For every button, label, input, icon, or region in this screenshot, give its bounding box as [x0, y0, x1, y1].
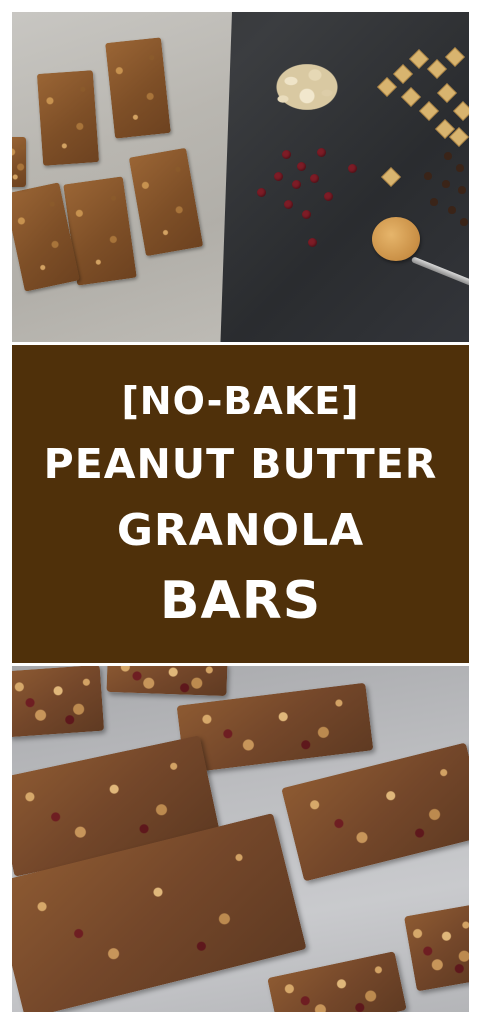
chocolate-chip [448, 206, 456, 214]
chocolate-chip [444, 152, 452, 160]
granola-bar-piece [105, 37, 171, 139]
dried-cranberry [302, 210, 311, 219]
dried-cranberry [257, 188, 266, 197]
granola-bar [281, 742, 469, 882]
granola-bar [176, 682, 374, 774]
granola-bar [12, 666, 105, 738]
title-line-4: BARS [159, 570, 322, 631]
cereal-square [427, 59, 447, 79]
cereal-square [377, 77, 397, 97]
bottom-photo [12, 666, 469, 1012]
dried-cranberry [274, 172, 283, 181]
peanut-butter-spoon [372, 217, 420, 261]
chocolate-chip [456, 164, 464, 172]
title-banner: [NO-BAKE] PEANUT BUTTER GRANOLA BARS [12, 345, 469, 663]
dried-cranberry [292, 180, 301, 189]
dried-cranberry [324, 192, 333, 201]
title-line-2: PEANUT BUTTER [43, 439, 438, 488]
cereal-square [393, 64, 413, 84]
granola-bar [403, 904, 469, 992]
dried-cranberry [308, 238, 317, 247]
chocolate-chip [458, 186, 466, 194]
chocolate-chip [430, 198, 438, 206]
title-line-1: [NO-BAKE] [121, 378, 360, 423]
title-line-3: GRANOLA [116, 504, 365, 556]
dried-cranberry [282, 150, 291, 159]
chocolate-chip [460, 218, 468, 226]
cereal-square [445, 47, 465, 67]
granola-bar-piece [36, 70, 100, 166]
cereal-square [453, 101, 469, 121]
dried-cranberry [310, 174, 319, 183]
cereal-square [409, 49, 429, 69]
cereal-square [437, 83, 457, 103]
granola-bar [267, 951, 407, 1012]
dried-cranberry [317, 148, 326, 157]
top-photo [12, 12, 469, 342]
cereal-square [419, 101, 439, 121]
dried-cranberry [348, 164, 357, 173]
rolled-oats [267, 57, 347, 117]
cereal-square [401, 87, 421, 107]
granola-bar-piece [12, 137, 26, 187]
chocolate-chip [424, 172, 432, 180]
dried-cranberry [297, 162, 306, 171]
spoon-handle [410, 256, 469, 288]
dried-cranberry [284, 200, 293, 209]
chocolate-chip [442, 180, 450, 188]
granola-bar [106, 666, 228, 697]
cereal-square [381, 167, 401, 187]
pin-image: [NO-BAKE] PEANUT BUTTER GRANOLA BARS [0, 0, 481, 1024]
